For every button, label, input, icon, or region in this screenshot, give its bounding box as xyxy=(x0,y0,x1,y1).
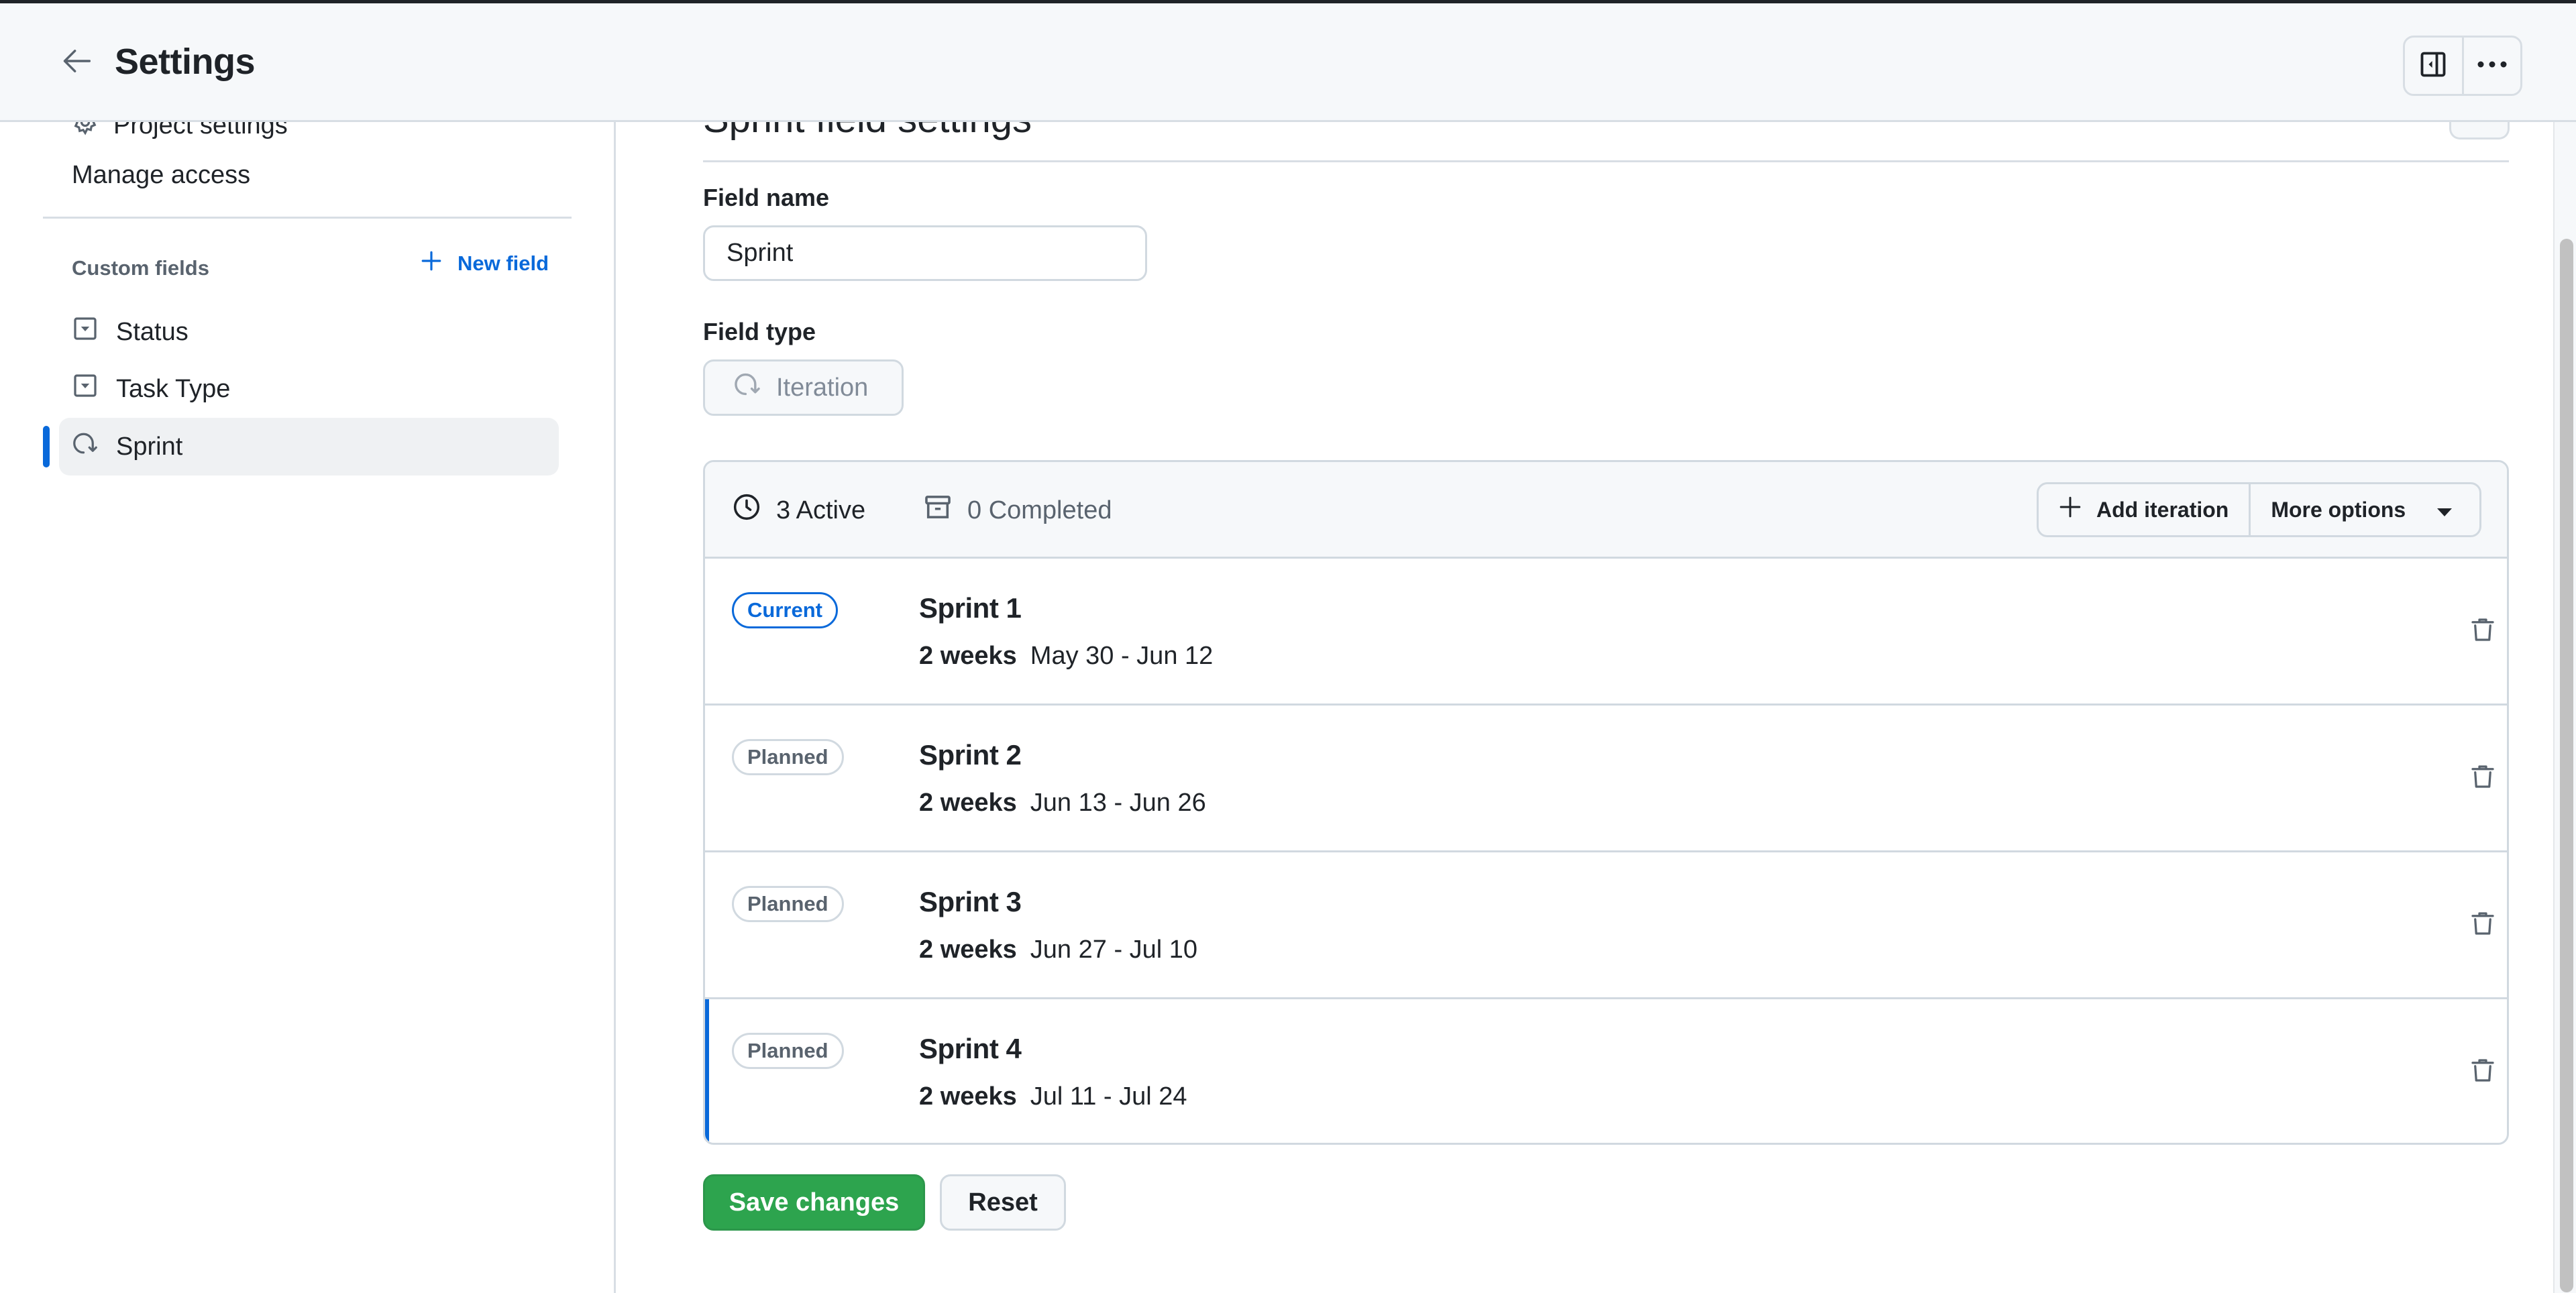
more-menu-button[interactable] xyxy=(2461,38,2521,94)
sidebar-item-label: Status xyxy=(116,317,189,346)
iteration-duration: 2 weeks xyxy=(919,789,1017,817)
status-badge: Planned xyxy=(732,1033,844,1069)
iteration-duration: 2 weeks xyxy=(919,642,1017,670)
iteration-duration: 2 weeks xyxy=(919,1082,1017,1111)
delete-iteration-button[interactable] xyxy=(2463,905,2503,945)
sidebar-item-label: Task Type xyxy=(116,374,231,403)
iteration-dates[interactable]: Jul 11 - Jul 24 xyxy=(1030,1082,1187,1111)
plus-icon xyxy=(420,249,443,278)
iteration-name[interactable]: Sprint 4 xyxy=(919,1033,1022,1065)
arrow-left-icon xyxy=(60,44,95,82)
scrollbar[interactable] xyxy=(2553,122,2576,1293)
single-select-icon xyxy=(72,315,99,349)
iteration-dates[interactable]: Jun 13 - Jun 26 xyxy=(1030,789,1206,818)
field-name-input[interactable] xyxy=(703,225,1147,281)
sidebar-toggle-button[interactable] xyxy=(2405,38,2462,94)
kebab-horizontal-icon xyxy=(2477,60,2508,72)
active-indicator xyxy=(43,426,50,467)
clock-icon xyxy=(732,492,761,528)
sidebar-item-status[interactable]: Status xyxy=(59,303,559,361)
triangle-down-icon xyxy=(2436,498,2453,522)
trash-icon xyxy=(2469,763,2496,793)
header-actions xyxy=(2403,36,2522,96)
delete-iteration-button[interactable] xyxy=(2463,611,2503,651)
field-type-label: Field type xyxy=(703,318,816,345)
new-field-label: New field xyxy=(458,251,549,275)
iteration-row: Current Sprint 1 2 weeks May 30 - Jun 12 xyxy=(705,559,2507,706)
iteration-dates[interactable]: May 30 - Jun 12 xyxy=(1030,642,1213,671)
reset-button[interactable]: Reset xyxy=(940,1174,1066,1231)
iteration-actions: Add iteration More options xyxy=(2037,482,2482,537)
status-badge: Planned xyxy=(732,739,844,775)
sidebar-item-task-type[interactable]: Task Type xyxy=(59,360,559,418)
more-options-button[interactable]: More options xyxy=(2249,484,2479,535)
sidebar-item-manage-access[interactable]: Manage access xyxy=(72,161,250,190)
archive-icon xyxy=(923,492,953,528)
delete-iteration-button[interactable] xyxy=(2463,1052,2503,1092)
new-field-button[interactable]: New field xyxy=(420,249,549,278)
tab-completed[interactable]: 0 Completed xyxy=(923,492,1112,528)
iteration-meta: 2 weeks May 30 - Jun 12 xyxy=(919,642,1213,671)
add-iteration-label: Add iteration xyxy=(2096,497,2229,522)
iteration-name[interactable]: Sprint 2 xyxy=(919,739,1022,771)
iteration-dates[interactable]: Jun 27 - Jul 10 xyxy=(1030,936,1197,964)
iteration-duration: 2 weeks xyxy=(919,936,1017,964)
page-title: Settings xyxy=(115,42,256,82)
iteration-meta: 2 weeks Jul 11 - Jul 24 xyxy=(919,1082,1187,1111)
iteration-row: Planned Sprint 3 2 weeks Jun 27 - Jul 10 xyxy=(705,852,2507,999)
iteration-meta: 2 weeks Jun 27 - Jul 10 xyxy=(919,936,1197,964)
trash-icon xyxy=(2469,1057,2496,1087)
plus-icon xyxy=(2059,496,2082,524)
add-iteration-button[interactable]: Add iteration xyxy=(2039,484,2249,535)
iterations-header: 3 Active 0 Completed Add iteration More … xyxy=(705,462,2507,559)
sidebar-item-sprint[interactable]: Sprint xyxy=(59,418,559,475)
trash-icon xyxy=(2469,910,2496,940)
more-options-label: More options xyxy=(2271,497,2406,522)
delete-iteration-button[interactable] xyxy=(2463,758,2503,798)
sidebar-divider xyxy=(43,217,572,219)
trash-icon xyxy=(2469,616,2496,646)
iteration-name[interactable]: Sprint 1 xyxy=(919,592,1022,624)
status-badge: Current xyxy=(732,592,838,628)
iteration-name[interactable]: Sprint 3 xyxy=(919,886,1022,918)
sidebar-collapse-icon xyxy=(2418,50,2448,82)
tab-active[interactable]: 3 Active xyxy=(732,492,865,528)
custom-fields-heading: Custom fields xyxy=(72,256,209,280)
field-settings-panel: Sprint field settings Field name Field t… xyxy=(618,97,2559,1293)
iteration-row: Planned Sprint 2 2 weeks Jun 13 - Jun 26 xyxy=(705,706,2507,852)
iteration-row: Planned Sprint 4 2 weeks Jul 11 - Jul 24 xyxy=(705,999,2507,1143)
sidebar-item-label: Sprint xyxy=(116,432,183,461)
settings-sidebar: Project settings Manage access Custom fi… xyxy=(0,109,616,1293)
scrollbar-thumb[interactable] xyxy=(2560,239,2573,1292)
field-type-value: Iteration xyxy=(776,373,869,402)
iteration-icon xyxy=(72,430,99,463)
save-changes-button[interactable]: Save changes xyxy=(703,1174,925,1231)
iterations-panel: 3 Active 0 Completed Add iteration More … xyxy=(703,460,2509,1145)
tab-completed-label: 0 Completed xyxy=(967,496,1112,524)
iteration-icon xyxy=(733,370,761,405)
tab-active-label: 3 Active xyxy=(776,496,866,524)
iteration-meta: 2 weeks Jun 13 - Jun 26 xyxy=(919,789,1206,818)
field-type-button: Iteration xyxy=(703,359,904,416)
single-select-icon xyxy=(72,372,99,406)
status-badge: Planned xyxy=(732,886,844,922)
field-name-label: Field name xyxy=(703,184,830,211)
back-button[interactable] xyxy=(59,44,97,81)
section-divider xyxy=(703,160,2509,162)
page-header: Settings xyxy=(0,3,2576,122)
